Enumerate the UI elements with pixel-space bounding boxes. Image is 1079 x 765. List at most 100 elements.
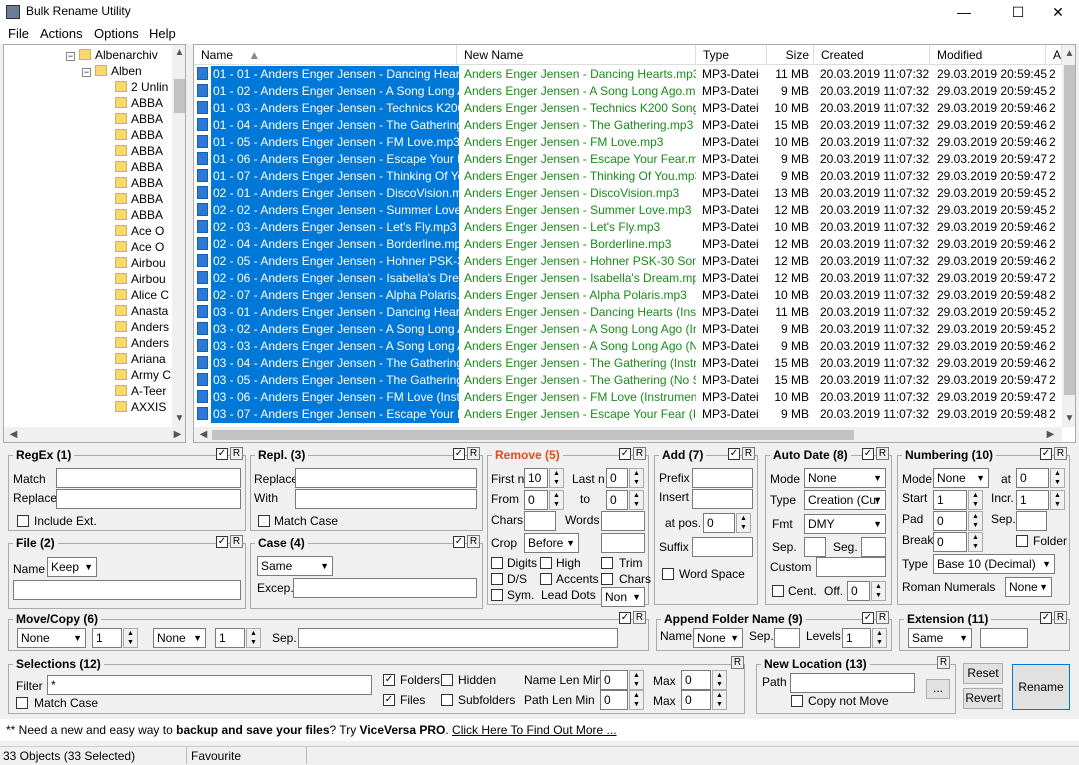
high-checkbox[interactable] — [540, 557, 552, 569]
browse-button[interactable]: ... — [926, 679, 950, 699]
newlocation-reset-button[interactable]: R — [937, 656, 950, 669]
tree-node[interactable]: ABBA — [115, 159, 163, 175]
table-row[interactable]: 03 - 07 - Anders Enger Jensen - Escape Y… — [194, 406, 1062, 423]
numbering-at-spinner[interactable]: ▲ ▼ — [1050, 468, 1065, 488]
tree-node[interactable]: Anders — [115, 319, 169, 335]
pad-spinner[interactable]: ▲ ▼ — [968, 511, 983, 531]
tree-node[interactable]: Army C — [115, 367, 171, 383]
repl-replace-input[interactable] — [295, 468, 477, 488]
regex-match-input[interactable] — [56, 468, 241, 488]
levels-spinner[interactable]: ▲ ▼ — [872, 628, 887, 648]
tree-node[interactable]: Ariana — [115, 351, 166, 367]
repl-match-case-checkbox[interactable] — [258, 515, 270, 527]
hidden-checkbox[interactable] — [441, 674, 453, 686]
numbering-folder-checkbox[interactable] — [1016, 535, 1028, 547]
table-row[interactable]: 03 - 02 - Anders Enger Jensen - A Song L… — [194, 321, 1062, 338]
numbering-mode-select[interactable]: None — [933, 468, 989, 488]
tree-node[interactable]: Anders — [115, 335, 169, 351]
tree-node[interactable]: ABBA — [115, 111, 163, 127]
break-input[interactable]: 0 — [933, 532, 967, 552]
table-row[interactable]: 01 - 02 - Anders Enger Jensen - A Song L… — [194, 83, 1062, 100]
roman-numerals-select[interactable]: None — [1005, 577, 1052, 597]
autodate-mode-select[interactable]: None — [804, 468, 886, 488]
from-input[interactable]: 0 — [524, 490, 548, 510]
files-checkbox[interactable]: ✓ — [383, 694, 395, 706]
numbering-enable-checkbox[interactable]: ✓ — [1040, 448, 1052, 460]
start-input[interactable]: 1 — [933, 490, 967, 510]
from-spinner[interactable]: ▲ ▼ — [549, 490, 564, 510]
table-row[interactable]: 02 - 07 - Anders Enger Jensen - Alpha Po… — [194, 287, 1062, 304]
appendfolder-name-select[interactable]: None — [693, 628, 743, 648]
selections-match-case-checkbox[interactable] — [16, 697, 28, 709]
tree-node[interactable]: Airbou — [115, 271, 166, 287]
repl-with-input[interactable] — [295, 489, 477, 509]
numbering-at-input[interactable]: 0 — [1016, 468, 1049, 488]
scroll-down-icon[interactable]: ▼ — [172, 413, 185, 424]
excep-input[interactable] — [293, 578, 477, 598]
column-modified[interactable]: Modified — [930, 45, 1046, 65]
autodate-seg-input[interactable] — [861, 537, 886, 557]
path-len-min-spinner[interactable]: ▲ ▼ — [629, 690, 644, 710]
insert-input[interactable] — [692, 489, 753, 509]
tree-node[interactable]: ABBA — [115, 207, 163, 223]
scroll-down-icon[interactable]: ▼ — [1062, 413, 1075, 424]
minimize-button[interactable]: — — [941, 0, 987, 24]
words-input[interactable] — [601, 511, 645, 531]
tree-node[interactable]: Airbou — [115, 255, 166, 271]
column-size[interactable]: Size — [767, 45, 814, 65]
case-select[interactable]: Same — [257, 556, 333, 576]
name-max-input[interactable]: 0 — [681, 670, 711, 690]
file-name-input[interactable] — [13, 580, 241, 600]
case-enable-checkbox[interactable]: ✓ — [453, 536, 465, 548]
add-enable-checkbox[interactable]: ✓ — [728, 448, 740, 460]
table-row[interactable]: 03 - 06 - Anders Enger Jensen - FM Love … — [194, 389, 1062, 406]
crop-select[interactable]: Before — [524, 533, 579, 553]
file-name-select[interactable]: Keep — [47, 557, 97, 577]
extension-reset-button[interactable]: R — [1054, 611, 1067, 624]
add-reset-button[interactable]: R — [742, 447, 755, 460]
autodate-enable-checkbox[interactable]: ✓ — [862, 448, 874, 460]
pad-input[interactable]: 0 — [933, 511, 967, 531]
levels-input[interactable]: 1 — [842, 628, 871, 648]
copy-not-move-checkbox[interactable] — [791, 695, 803, 707]
table-row[interactable]: 01 - 05 - Anders Enger Jensen - FM Love.… — [194, 134, 1062, 151]
off-input[interactable]: 0 — [847, 581, 870, 601]
column-created[interactable]: Created — [814, 45, 930, 65]
movecopy-reset-button[interactable]: R — [633, 611, 646, 624]
path-len-min-input[interactable]: 0 — [600, 690, 628, 710]
autodate-type-select[interactable]: Creation (Cur — [804, 490, 886, 510]
table-row[interactable]: 01 - 01 - Anders Enger Jensen - Dancing … — [194, 66, 1062, 83]
tree-node[interactable]: Anasta — [115, 303, 168, 319]
table-row[interactable]: 03 - 03 - Anders Enger Jensen - A Song L… — [194, 338, 1062, 355]
table-row[interactable]: 03 - 05 - Anders Enger Jensen - The Gath… — [194, 372, 1062, 389]
table-row[interactable]: 02 - 04 - Anders Enger Jensen - Borderli… — [194, 236, 1062, 253]
extension-input[interactable] — [980, 628, 1028, 648]
trim-checkbox[interactable] — [601, 557, 613, 569]
repl-reset-button[interactable]: R — [467, 447, 480, 460]
first-n-spinner[interactable]: ▲ ▼ — [549, 468, 564, 488]
tree-node[interactable]: 2 Unlin — [115, 79, 168, 95]
regex-replace-input[interactable] — [56, 489, 241, 509]
filter-input[interactable]: * — [47, 675, 372, 695]
to-input[interactable]: 0 — [606, 490, 628, 510]
scroll-thumb[interactable] — [174, 79, 185, 113]
scroll-up-icon[interactable]: ▲ — [172, 47, 185, 58]
tree-node[interactable]: Ace O — [115, 239, 164, 255]
table-row[interactable]: 02 - 06 - Anders Enger Jensen - Isabella… — [194, 270, 1062, 287]
autodate-custom-input[interactable] — [816, 557, 886, 577]
word-space-checkbox[interactable] — [662, 568, 674, 580]
digits-checkbox[interactable] — [491, 557, 503, 569]
revert-button[interactable]: Revert — [963, 688, 1003, 709]
movecopy-sep-input[interactable] — [298, 628, 618, 648]
chars-checkbox[interactable] — [601, 573, 613, 585]
column-more[interactable]: A — [1046, 45, 1062, 65]
menu-help[interactable]: Help — [149, 26, 176, 41]
name-len-min-spinner[interactable]: ▲ ▼ — [629, 670, 644, 690]
table-row[interactable]: 02 - 03 - Anders Enger Jensen - Let's Fl… — [194, 219, 1062, 236]
suffix-input[interactable] — [692, 537, 753, 557]
file-reset-button[interactable]: R — [230, 535, 243, 548]
first-n-input[interactable]: 10 — [524, 468, 548, 488]
movecopy-n1-input[interactable]: 1 — [92, 628, 122, 648]
collapse-icon[interactable]: − — [82, 68, 91, 77]
promo-link[interactable]: Click Here To Find Out More ... — [452, 723, 617, 737]
